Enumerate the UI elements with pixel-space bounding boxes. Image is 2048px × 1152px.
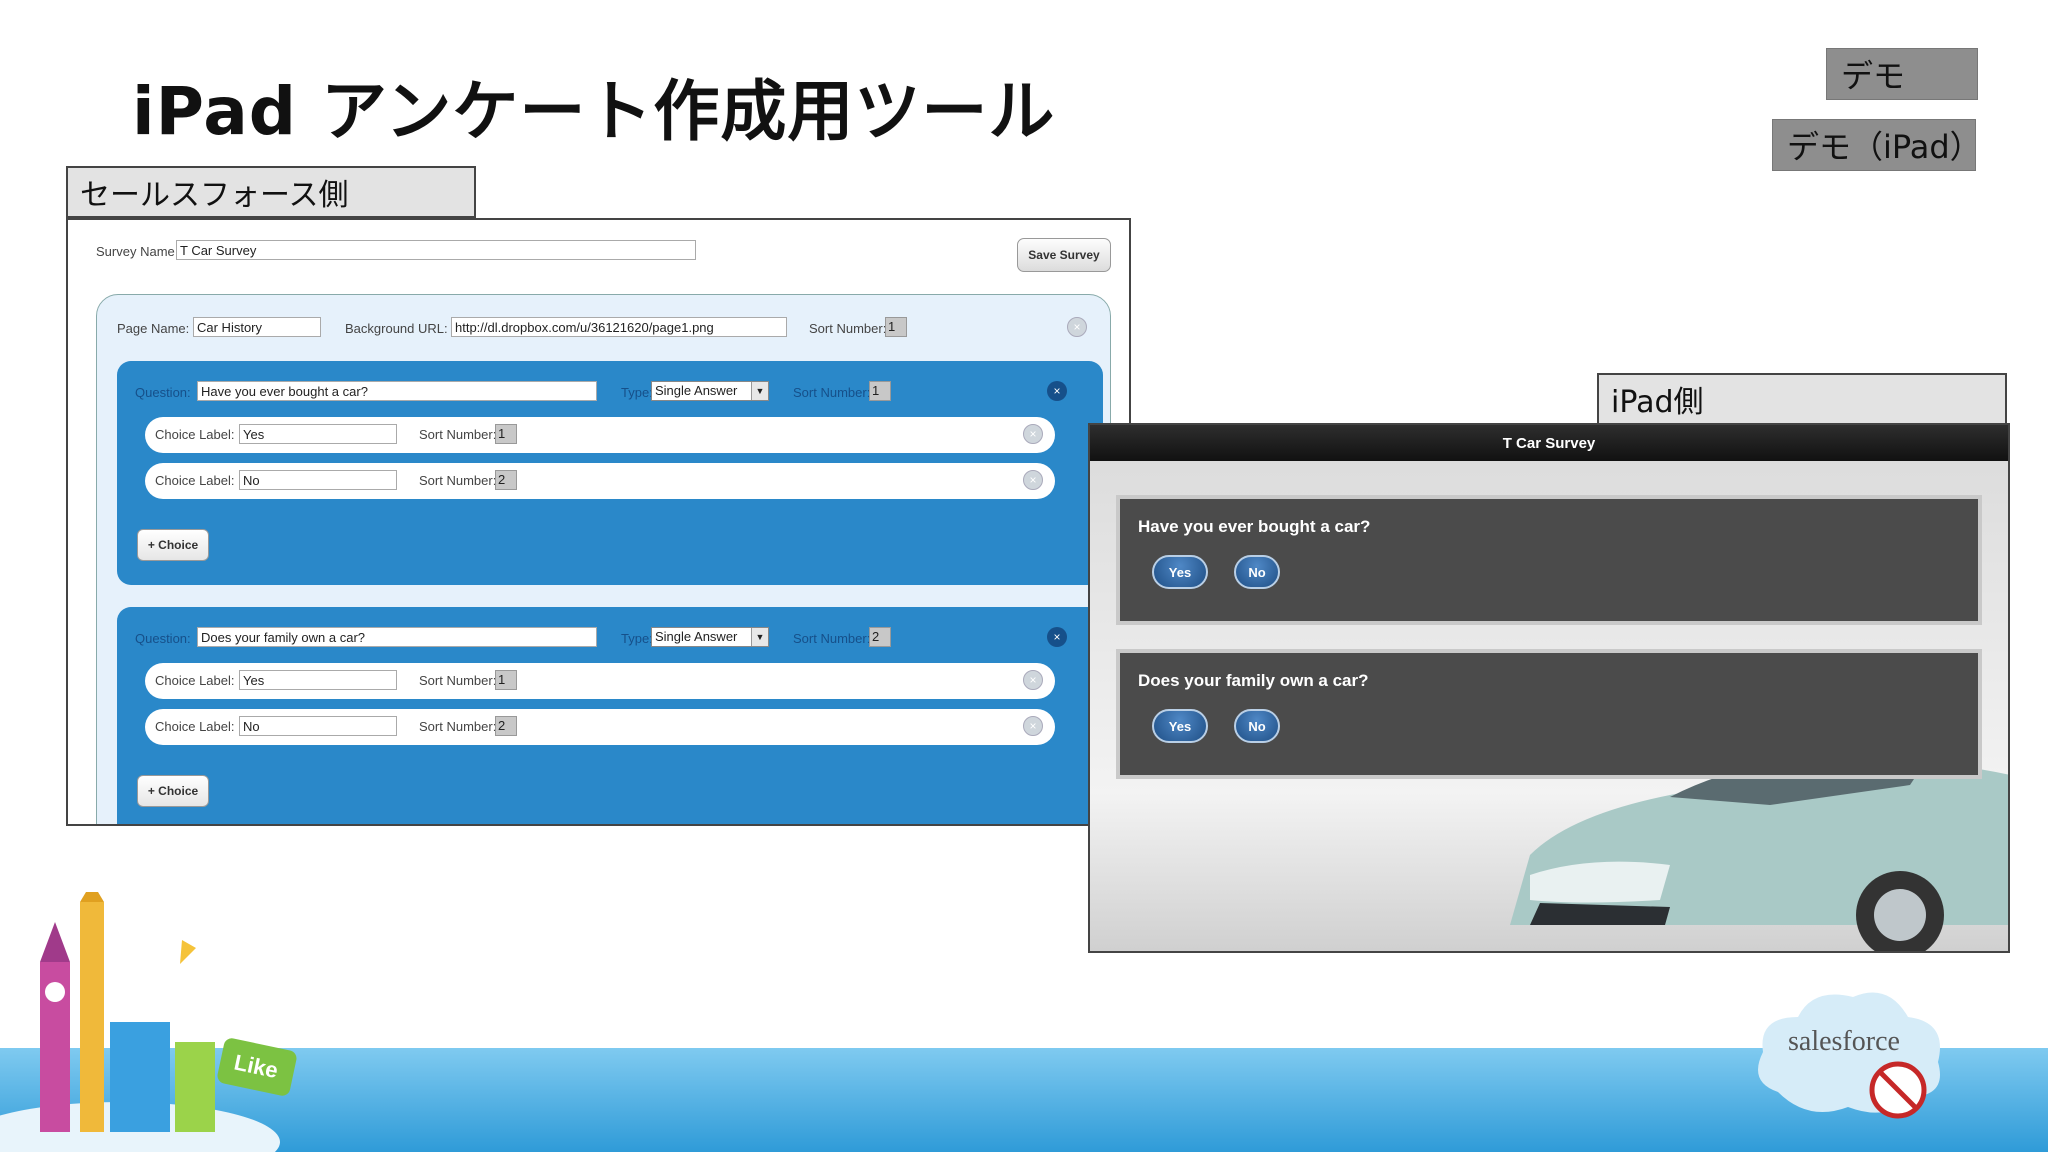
type-select-value: Single Answer: [655, 629, 738, 644]
ipad-question-text: Does your family own a car?: [1138, 671, 1369, 690]
choice-row: Choice Label: No Sort Number: 2 ×: [145, 463, 1055, 499]
question-sort-input[interactable]: 1: [869, 381, 891, 401]
ipad-preview-panel: T Car Survey Have you ever bought a car?…: [1088, 423, 2010, 953]
answer-no-button[interactable]: No: [1234, 555, 1280, 589]
choice-input[interactable]: No: [239, 470, 397, 490]
slide-title: iPad アンケート作成用ツール: [132, 73, 1056, 150]
background-url-input[interactable]: http://dl.dropbox.com/u/36121620/page1.p…: [451, 317, 787, 337]
question-block: Question: Does your family own a car? Ty…: [117, 607, 1103, 824]
demo-ipad-button[interactable]: デモ（iPad）: [1772, 119, 1982, 171]
choice-row: Choice Label: Yes Sort Number: 1 ×: [145, 417, 1055, 453]
question-sort-label: Sort Number:: [793, 385, 871, 400]
type-select[interactable]: Single Answer ▼: [651, 381, 769, 401]
background-url-label: Background URL:: [345, 321, 448, 336]
remove-question-icon[interactable]: ×: [1047, 381, 1067, 401]
page-sort-label: Sort Number:: [809, 321, 887, 336]
ipad-side-label: iPad側: [1597, 373, 2007, 425]
answer-yes-button[interactable]: Yes: [1152, 709, 1208, 743]
remove-choice-icon[interactable]: ×: [1023, 470, 1043, 490]
salesforce-logo-text: salesforce: [1788, 1026, 1900, 1057]
choice-sort-input[interactable]: 1: [495, 670, 517, 690]
chevron-down-icon[interactable]: ▼: [751, 628, 768, 646]
choice-input[interactable]: No: [239, 716, 397, 736]
type-select-value: Single Answer: [655, 383, 738, 398]
choice-sort-label: Sort Number:: [419, 427, 497, 442]
city-illustration: Like: [0, 892, 297, 1152]
salesforce-side-label: セールスフォース側: [66, 166, 476, 218]
remove-choice-icon[interactable]: ×: [1023, 670, 1043, 690]
ipad-survey-title: T Car Survey: [1090, 425, 2008, 461]
question-sort-input[interactable]: 2: [869, 627, 891, 647]
choice-sort-input[interactable]: 2: [495, 470, 517, 490]
remove-page-icon[interactable]: ×: [1067, 317, 1087, 337]
choice-label: Choice Label:: [155, 719, 235, 734]
page-box: Page Name: Car History Background URL: h…: [96, 294, 1111, 824]
ipad-question-text: Have you ever bought a car?: [1138, 517, 1371, 536]
add-choice-button[interactable]: + Choice: [137, 775, 209, 807]
answer-no-button[interactable]: No: [1234, 709, 1280, 743]
question-input[interactable]: Have you ever bought a car?: [197, 381, 597, 401]
save-survey-button[interactable]: Save Survey: [1017, 238, 1111, 272]
remove-choice-icon[interactable]: ×: [1023, 716, 1043, 736]
question-sort-label: Sort Number:: [793, 631, 871, 646]
add-choice-button[interactable]: + Choice: [137, 529, 209, 561]
remove-choice-icon[interactable]: ×: [1023, 424, 1043, 444]
question-block: Question: Have you ever bought a car? Ty…: [117, 361, 1103, 585]
choice-input[interactable]: Yes: [239, 670, 397, 690]
choice-sort-label: Sort Number:: [419, 673, 497, 688]
choice-sort-label: Sort Number:: [419, 473, 497, 488]
question-label: Question:: [135, 631, 191, 646]
choice-label: Choice Label:: [155, 673, 235, 688]
choice-input[interactable]: Yes: [239, 424, 397, 444]
type-label: Type:: [621, 631, 653, 646]
question-input[interactable]: Does your family own a car?: [197, 627, 597, 647]
choice-sort-input[interactable]: 2: [495, 716, 517, 736]
question-label: Question:: [135, 385, 191, 400]
choice-label: Choice Label:: [155, 427, 235, 442]
survey-name-input[interactable]: T Car Survey: [176, 240, 696, 260]
salesforce-editor-panel: Survey Name T Car Survey Save Survey Pag…: [66, 218, 1131, 826]
page-name-input[interactable]: Car History: [193, 317, 321, 337]
chevron-down-icon[interactable]: ▼: [751, 382, 768, 400]
page-sort-input[interactable]: 1: [885, 317, 907, 337]
ipad-question-card: Does your family own a car? Yes No: [1116, 649, 1982, 779]
choice-row: Choice Label: No Sort Number: 2 ×: [145, 709, 1055, 745]
answer-yes-button[interactable]: Yes: [1152, 555, 1208, 589]
page-name-label: Page Name:: [117, 321, 190, 336]
demo-button[interactable]: デモ: [1826, 48, 1978, 100]
choice-label: Choice Label:: [155, 473, 235, 488]
survey-name-label: Survey Name: [96, 244, 175, 259]
remove-question-icon[interactable]: ×: [1047, 627, 1067, 647]
choice-sort-input[interactable]: 1: [495, 424, 517, 444]
choice-row: Choice Label: Yes Sort Number: 1 ×: [145, 663, 1055, 699]
type-select[interactable]: Single Answer ▼: [651, 627, 769, 647]
ipad-question-card: Have you ever bought a car? Yes No: [1116, 495, 1982, 625]
salesforce-logo: salesforce: [1758, 992, 1940, 1119]
choice-sort-label: Sort Number:: [419, 719, 497, 734]
type-label: Type:: [621, 385, 653, 400]
